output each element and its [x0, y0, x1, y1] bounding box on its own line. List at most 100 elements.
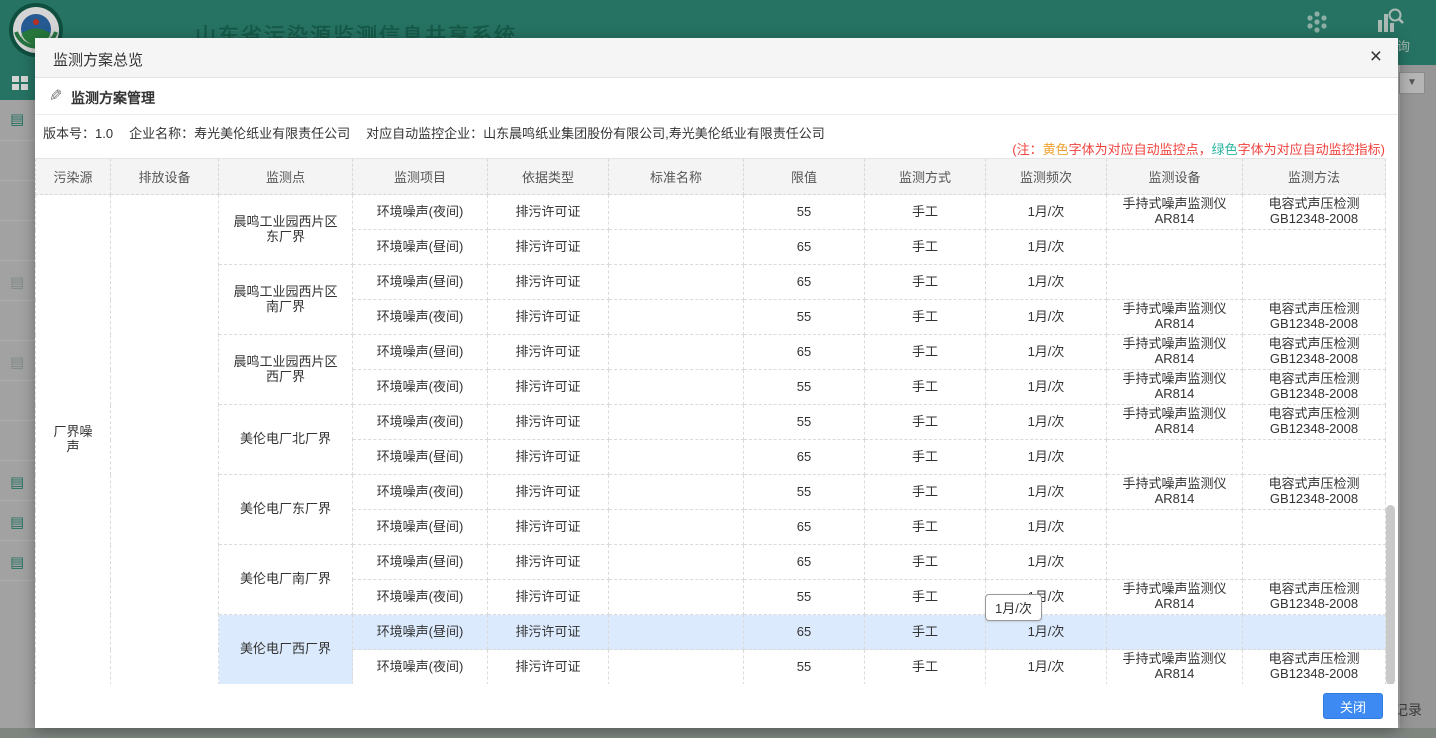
- project-cell: 环境噪声(夜间): [353, 650, 488, 685]
- table-row[interactable]: 晨鸣工业园西片区 西厂界环境噪声(昼间)排污许可证65手工1月/次手持式噪声监测…: [36, 335, 1386, 370]
- frequency-cell: 1月/次: [986, 405, 1107, 440]
- note-mid: 字体为对应自动监控点，: [1069, 142, 1212, 157]
- method-cell: 电容式声压检测 GB12348-2008: [1243, 405, 1386, 440]
- method-cell: [1243, 545, 1386, 580]
- column-header: 监测频次: [986, 159, 1107, 195]
- modal-title-bar: 监测方案总览 ×: [35, 38, 1398, 78]
- close-button[interactable]: 关闭: [1323, 693, 1383, 719]
- basis-type-cell: 排污许可证: [488, 475, 609, 510]
- basis-type-cell: 排污许可证: [488, 265, 609, 300]
- auto-company-label: 对应自动监控企业：: [366, 126, 483, 141]
- method-cell: 电容式声压检测 GB12348-2008: [1243, 370, 1386, 405]
- device-cell: 手持式噪声监测仪 AR814: [1107, 370, 1243, 405]
- limit-cell: 65: [744, 510, 865, 545]
- column-header: 限值: [744, 159, 865, 195]
- device-cell: 手持式噪声监测仪 AR814: [1107, 650, 1243, 685]
- mode-cell: 手工: [865, 265, 986, 300]
- table-row[interactable]: 厂界噪 声晨鸣工业园西片区 东厂界环境噪声(夜间)排污许可证55手工1月/次手持…: [36, 195, 1386, 230]
- scrollbar-thumb[interactable]: [1386, 505, 1395, 685]
- limit-cell: 65: [744, 615, 865, 650]
- standard-name-cell: [609, 300, 744, 335]
- mode-cell: 手工: [865, 580, 986, 615]
- frequency-cell: 1月/次: [986, 440, 1107, 475]
- frequency-cell: 1月/次: [986, 370, 1107, 405]
- modal-title: 监测方案总览: [53, 49, 143, 70]
- project-cell: 环境噪声(昼间): [353, 510, 488, 545]
- mode-cell: 手工: [865, 510, 986, 545]
- device-cell: 手持式噪声监测仪 AR814: [1107, 475, 1243, 510]
- method-cell: 电容式声压检测 GB12348-2008: [1243, 300, 1386, 335]
- section-header: ✎ 监测方案管理: [35, 78, 1398, 115]
- basis-type-cell: 排污许可证: [488, 615, 609, 650]
- monitoring-table-wrap: 污染源排放设备监测点监测项目依据类型标准名称限值监测方式监测频次监测设备监测方法…: [35, 158, 1385, 685]
- standard-name-cell: [609, 545, 744, 580]
- standard-name-cell: [609, 195, 744, 230]
- limit-cell: 55: [744, 580, 865, 615]
- mode-cell: 手工: [865, 300, 986, 335]
- mode-cell: 手工: [865, 370, 986, 405]
- device-cell: 手持式噪声监测仪 AR814: [1107, 300, 1243, 335]
- table-row[interactable]: 美伦电厂北厂界环境噪声(夜间)排污许可证55手工1月/次手持式噪声监测仪 AR8…: [36, 405, 1386, 440]
- table-row[interactable]: 美伦电厂西厂界环境噪声(昼间)排污许可证65手工1月/次: [36, 615, 1386, 650]
- device-cell: [1107, 545, 1243, 580]
- column-header: 污染源: [36, 159, 111, 195]
- column-header: 监测方式: [865, 159, 986, 195]
- basis-type-cell: 排污许可证: [488, 580, 609, 615]
- monitoring-point-cell: 美伦电厂西厂界: [219, 615, 353, 685]
- mode-cell: 手工: [865, 195, 986, 230]
- pen-icon: ✎: [49, 86, 62, 106]
- standard-name-cell: [609, 650, 744, 685]
- basis-type-cell: 排污许可证: [488, 510, 609, 545]
- page: 山东省污染源监测信息共享系统 询: [0, 0, 1436, 738]
- monitoring-point-cell: 美伦电厂南厂界: [219, 545, 353, 615]
- frequency-cell: 1月/次: [986, 510, 1107, 545]
- version-info: 版本号：1.0企业名称：寿光美伦纸业有限责任公司对应自动监控企业：山东晨鸣纸业集…: [43, 123, 825, 142]
- frequency-cell: 1月/次: [986, 335, 1107, 370]
- project-cell: 环境噪声(夜间): [353, 580, 488, 615]
- method-cell: 电容式声压检测 GB12348-2008: [1243, 580, 1386, 615]
- note-yellow-word: 黄色: [1043, 142, 1069, 157]
- monitoring-point-cell: 美伦电厂东厂界: [219, 475, 353, 545]
- limit-cell: 55: [744, 650, 865, 685]
- auto-company-value: 山东晨鸣纸业集团股份有限公司,寿光美伦纸业有限责任公司: [483, 126, 825, 141]
- basis-type-cell: 排污许可证: [488, 405, 609, 440]
- table-row[interactable]: 美伦电厂南厂界环境噪声(昼间)排污许可证65手工1月/次: [36, 545, 1386, 580]
- limit-cell: 65: [744, 335, 865, 370]
- frequency-cell: 1月/次: [986, 195, 1107, 230]
- standard-name-cell: [609, 335, 744, 370]
- close-icon[interactable]: ×: [1370, 46, 1382, 67]
- mode-cell: 手工: [865, 545, 986, 580]
- section-title: 监测方案管理: [71, 88, 155, 108]
- column-header: 排放设备: [111, 159, 219, 195]
- method-cell: 电容式声压检测 GB12348-2008: [1243, 195, 1386, 230]
- table-row[interactable]: 晨鸣工业园西片区 南厂界环境噪声(昼间)排污许可证65手工1月/次: [36, 265, 1386, 300]
- basis-type-cell: 排污许可证: [488, 545, 609, 580]
- limit-cell: 55: [744, 475, 865, 510]
- method-cell: [1243, 265, 1386, 300]
- column-header: 监测点: [219, 159, 353, 195]
- device-cell: [1107, 510, 1243, 545]
- project-cell: 环境噪声(夜间): [353, 195, 488, 230]
- standard-name-cell: [609, 580, 744, 615]
- project-cell: 环境噪声(昼间): [353, 335, 488, 370]
- monitoring-point-cell: 美伦电厂北厂界: [219, 405, 353, 475]
- standard-name-cell: [609, 510, 744, 545]
- project-cell: 环境噪声(昼间): [353, 615, 488, 650]
- monitoring-point-cell: 晨鸣工业园西片区 南厂界: [219, 265, 353, 335]
- standard-name-cell: [609, 615, 744, 650]
- method-cell: [1243, 615, 1386, 650]
- basis-type-cell: 排污许可证: [488, 195, 609, 230]
- project-cell: 环境噪声(昼间): [353, 440, 488, 475]
- mode-cell: 手工: [865, 230, 986, 265]
- basis-type-cell: 排污许可证: [488, 370, 609, 405]
- frequency-tooltip: 1月/次: [985, 594, 1042, 621]
- table-row[interactable]: 美伦电厂东厂界环境噪声(夜间)排污许可证55手工1月/次手持式噪声监测仪 AR8…: [36, 475, 1386, 510]
- note-prefix: (注：: [1012, 142, 1042, 157]
- limit-cell: 65: [744, 230, 865, 265]
- column-header: 监测方法: [1243, 159, 1386, 195]
- project-cell: 环境噪声(夜间): [353, 405, 488, 440]
- device-cell: 手持式噪声监测仪 AR814: [1107, 405, 1243, 440]
- method-cell: [1243, 440, 1386, 475]
- version-value: 1.0: [95, 126, 113, 141]
- device-cell: [1107, 265, 1243, 300]
